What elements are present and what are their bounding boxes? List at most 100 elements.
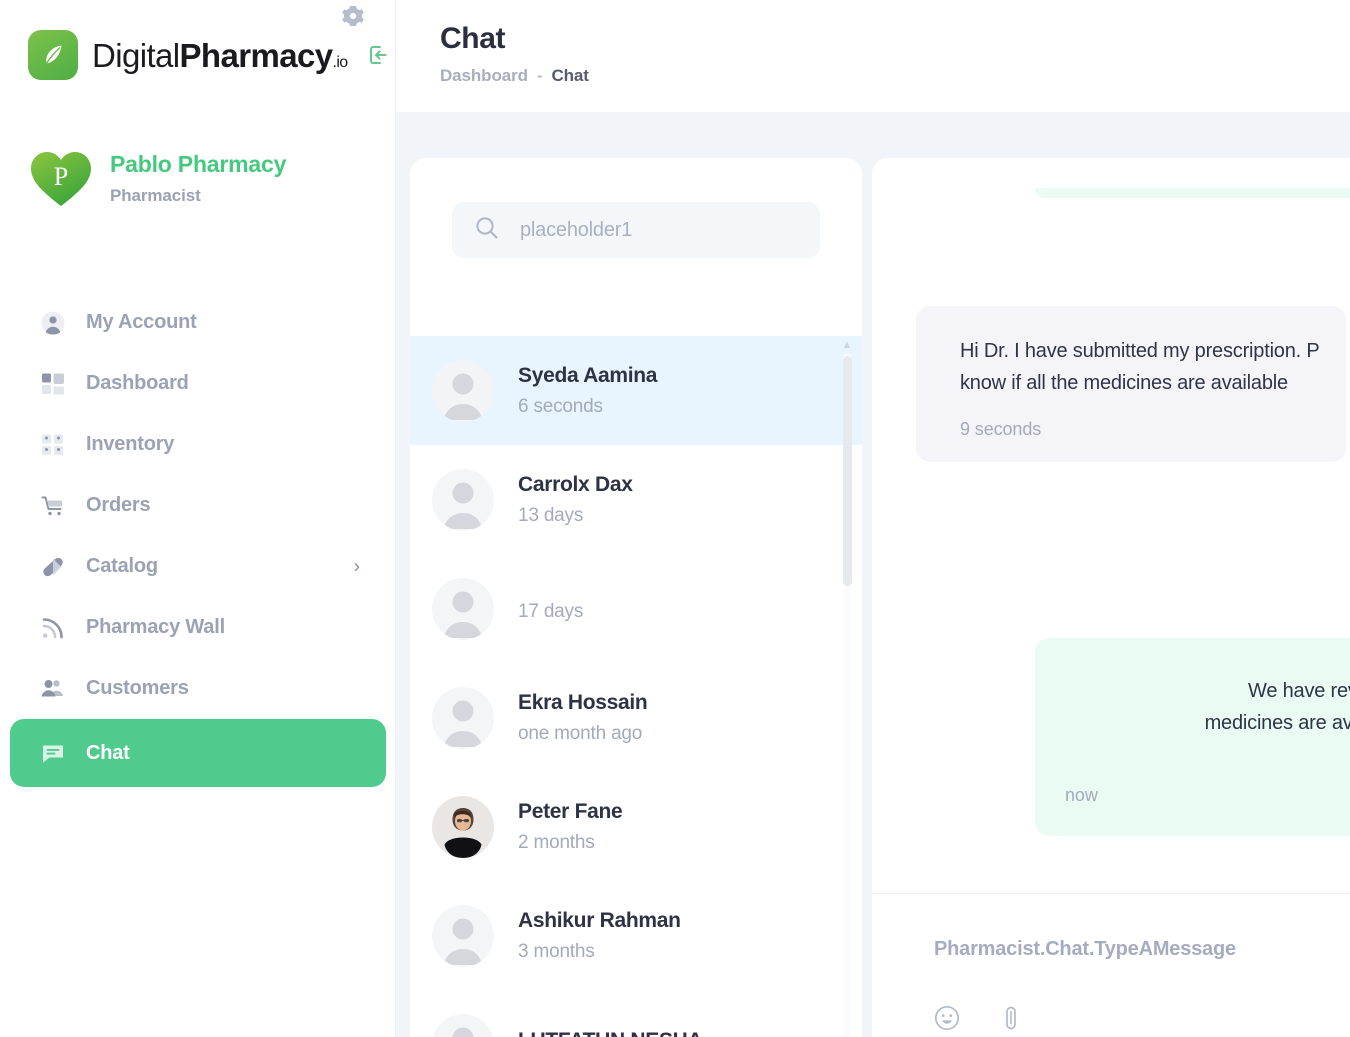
conversation-list-scrollbar[interactable]: ▲ ▼ [840,340,854,1037]
list-item[interactable]: Peter Fane 2 months [410,772,862,881]
message-timestamp: 9 seconds [960,419,1042,440]
sidebar-item-label: My Account [86,311,197,333]
chat-workspace: placeholder1 Syeda Aamina 6 seconds Carr… [396,112,1350,1037]
list-item-meta: Syeda Aamina 6 seconds [518,363,657,418]
contact-timestamp: 3 months [518,941,595,963]
paperclip-icon[interactable] [998,1005,1024,1031]
message-text: Hi Dr. I have submitted my prescription.… [960,336,1320,399]
sidebar: DigitalPharmacy.io P Pablo Pharmacy Phar… [0,0,396,1037]
profile-role: Pharmacist [110,186,201,206]
avatar [432,904,494,967]
brand-name-thin: Digital [92,36,180,74]
message-timestamp: now [1065,785,1098,806]
main-content: Chat Dashboard - Chat placeholder1 Syeda… [396,0,1350,1037]
message-bubble-incoming: Hi Dr. I have submitted my prescription.… [916,306,1346,463]
avatar: P [28,146,94,208]
avatar [432,468,494,531]
list-item[interactable]: Ekra Hossain one month ago [410,663,862,772]
message-list[interactable]: Hi Dr. I have submitted my prescription.… [872,158,1350,893]
message-text-line-1: We have reviewed [1248,680,1350,702]
search-area: placeholder1 [410,158,862,258]
scroll-up-icon[interactable]: ▲ [841,340,853,351]
avatar [432,359,494,422]
brand-logo[interactable]: DigitalPharmacy.io [28,30,392,80]
emoji-smiley-icon[interactable] [934,1005,960,1031]
inventory-grid-icon [38,430,68,460]
breadcrumb-separator: - [536,66,543,85]
composer-toolbar [934,1005,1350,1031]
search-input[interactable]: placeholder1 [452,202,820,258]
profile-name: Pablo Pharmacy [110,151,287,177]
breadcrumb-current: Chat [551,66,589,85]
contact-timestamp: 17 days [518,601,584,622]
sidebar-item-label: Orders [86,494,151,516]
message-text-line-2: medicines are available [1204,711,1350,734]
sidebar-item-customers[interactable]: Customers [10,658,386,719]
avatar-initial: P [53,162,69,191]
sidebar-item-label: Dashboard [86,372,189,394]
list-item-meta: Ashikur Rahman 3 months [518,908,681,963]
message-text-line-1: Hi Dr. I have submitted my prescription.… [960,340,1320,362]
profile-info: Pablo Pharmacy Pharmacist [110,146,286,206]
sidebar-item-label: Pharmacy Wall [86,616,225,638]
list-item[interactable]: 17 days [410,554,862,663]
grid-icon [38,369,68,399]
message-text: We have reviewed medicines are available [1065,676,1350,739]
contact-name: Syeda Aamina [518,363,658,387]
list-item[interactable]: Ashikur Rahman 3 months [410,881,862,990]
breadcrumb-parent[interactable]: Dashboard [440,66,528,86]
avatar [432,686,494,749]
sidebar-item-label: Catalog [86,555,158,577]
message-bubble-partial [1035,188,1350,198]
avatar [432,577,494,640]
sidebar-item-label: Customers [86,677,189,699]
chat-thread-panel: Hi Dr. I have submitted my prescription.… [872,158,1350,1037]
contact-name: Peter Fane [518,799,623,823]
list-item-meta: Ekra Hossain one month ago [518,690,648,745]
cart-icon [38,491,68,521]
search-placeholder: placeholder1 [520,218,633,241]
sidebar-item-catalog[interactable]: Catalog › [10,536,386,597]
contact-name: Carrolx Dax [518,472,633,496]
message-input[interactable]: Pharmacist.Chat.TypeAMessage [934,938,1350,961]
contact-timestamp: 13 days [518,505,584,527]
message-bubble-outgoing: We have reviewed medicines are available… [1035,638,1350,837]
contact-timestamp: 6 seconds [518,396,603,418]
page-title: Chat [440,22,506,55]
contact-timestamp: 2 months [518,832,595,854]
collapse-sidebar-icon[interactable] [366,42,392,68]
pill-icon [38,552,68,582]
scrollbar-thumb[interactable] [843,356,852,586]
chat-page: DigitalPharmacy.io P Pablo Pharmacy Phar… [0,0,1350,1037]
brand-tld: .io [332,53,348,71]
conversation-list[interactable]: Syeda Aamina 6 seconds Carrolx Dax 13 da… [410,336,862,1037]
list-item[interactable]: LUTFATUN NESHA [410,990,862,1037]
avatar [432,795,494,858]
list-item[interactable]: Syeda Aamina 6 seconds [410,336,862,445]
breadcrumb: Dashboard - Chat [440,66,589,86]
sidebar-item-pharmacy-wall[interactable]: Pharmacy Wall [10,597,386,658]
sidebar-item-dashboard[interactable]: Dashboard [10,353,386,414]
sidebar-item-orders[interactable]: Orders [10,475,386,536]
user-circle-icon [38,308,68,338]
avatar [432,1013,494,1037]
sidebar-item-label: Chat [86,741,130,764]
sidebar-item-my-account[interactable]: My Account [10,292,386,353]
chat-bubble-icon [38,738,68,768]
sidebar-item-chat[interactable]: Chat [10,719,386,787]
brand-name-bold: Pharmacy [179,36,334,74]
chevron-right-icon[interactable]: › [354,557,360,576]
sidebar-item-inventory[interactable]: Inventory [10,414,386,475]
page-header: Chat Dashboard - Chat [440,22,589,86]
sidebar-nav: My Account Dashboard Inventory Orders Ca… [0,292,396,787]
list-item[interactable]: Carrolx Dax 13 days [410,445,862,554]
message-composer: Pharmacist.Chat.TypeAMessage [872,893,1350,1037]
gear-icon[interactable] [341,4,365,28]
list-item-meta: Carrolx Dax 13 days [518,472,633,527]
list-item-meta: Peter Fane 2 months [518,799,623,854]
leaf-icon [28,30,78,80]
profile-block[interactable]: P Pablo Pharmacy Pharmacist [28,146,368,208]
users-icon [38,674,68,704]
message-text-line-2: know if all the medicines are available [960,371,1288,394]
rss-icon [38,613,68,643]
